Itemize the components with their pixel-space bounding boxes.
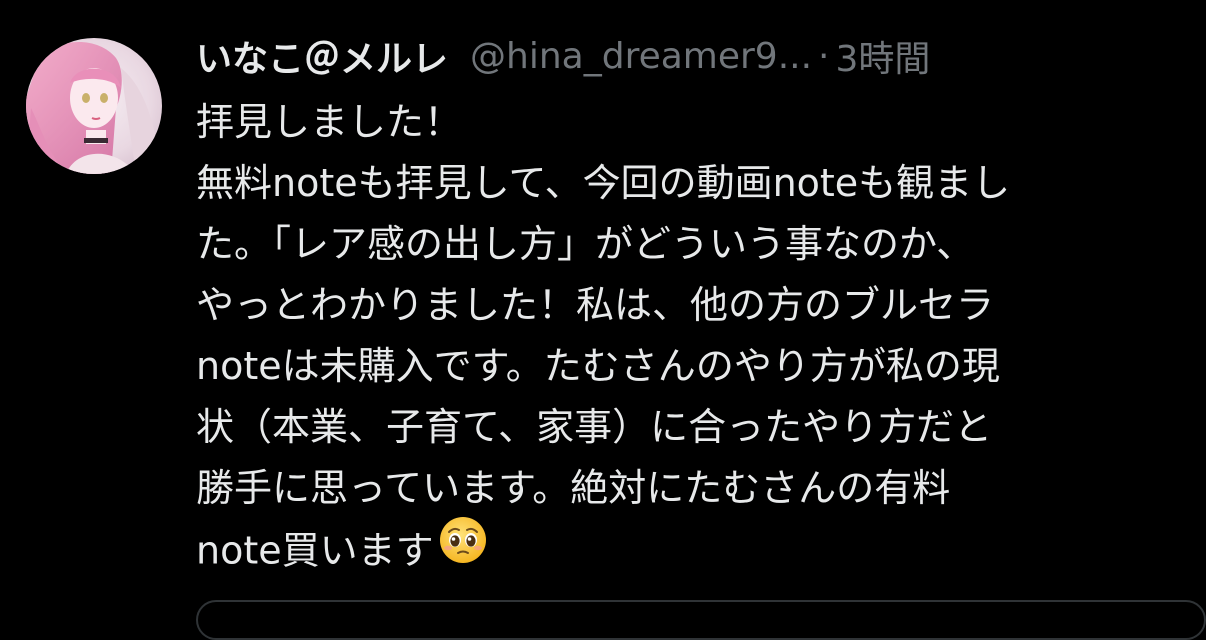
timestamp[interactable]: 3時間 [836, 30, 931, 82]
display-name[interactable]: いなこ＠メルレ [196, 30, 448, 82]
user-handle[interactable]: @hina_dreamer9... [470, 36, 812, 77]
separator-dot: · [818, 35, 830, 77]
avatar-image [26, 38, 162, 174]
tweet-line: 状（本業、子育て、家事）に合ったやり方だと [196, 405, 993, 449]
tweet-line: 勝手に思っています。絶対にたむさんの有料 [196, 466, 951, 510]
tweet-line: 拝見しました！ [196, 100, 463, 144]
tweet-line-text: note買います [196, 528, 434, 573]
tweet[interactable]: いなこ＠メルレ @hina_dreamer9... · 3時間 拝見しました！ … [0, 0, 1206, 640]
tweet-line: やっとわかりました！私は、他の方のブルセラ [196, 283, 995, 327]
tweet-text: 拝見しました！ 無料noteも拝見して、今回の動画noteも観まし た。「レア感… [196, 92, 1186, 587]
tweet-line: 無料noteも拝見して、今回の動画noteも観まし [196, 161, 1011, 205]
tweet-header: いなこ＠メルレ @hina_dreamer9... · 3時間 [196, 28, 930, 84]
pleading-face-emoji [438, 515, 488, 583]
tweet-line-last: note買います [196, 517, 1186, 587]
tweet-line: た。「レア感の出し方」がどういう事なのか、 [196, 222, 975, 266]
avatar[interactable] [26, 38, 162, 174]
embedded-card-edge[interactable] [196, 600, 1206, 640]
tweet-line: noteは未購入です。たむさんのやり方が私の現 [196, 344, 1000, 388]
